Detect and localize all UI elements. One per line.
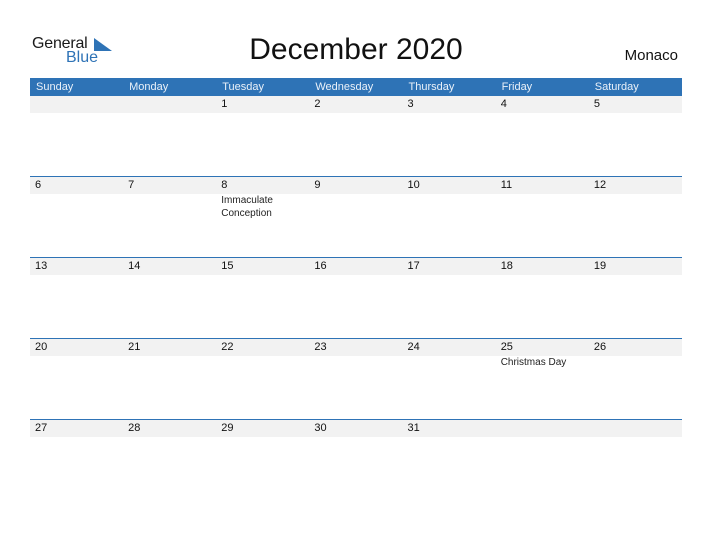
day-number: 17: [407, 260, 420, 272]
day-cell[interactable]: 24: [403, 339, 496, 420]
day-number: 28: [128, 422, 141, 434]
day-number: 30: [314, 422, 327, 434]
day-cell[interactable]: 17: [403, 258, 496, 339]
day-number: 16: [314, 260, 327, 272]
day-number: 26: [593, 341, 607, 353]
day-cell[interactable]: 10: [403, 177, 496, 258]
day-cell[interactable]: 13: [30, 258, 123, 339]
day-number: 7: [128, 179, 135, 191]
weekday-thursday: Thursday: [408, 81, 455, 93]
day-cell[interactable]: 22: [216, 339, 309, 420]
weekday-sunday: Sunday: [36, 81, 74, 93]
day-cell[interactable]: 11: [496, 177, 589, 258]
day-cell[interactable]: [30, 96, 123, 177]
day-number: 19: [593, 260, 607, 272]
day-number: 4: [500, 98, 507, 110]
day-number: 3: [407, 98, 414, 110]
day-cell[interactable]: 3: [403, 96, 496, 177]
day-cell[interactable]: 25 Christmas Day: [496, 339, 589, 420]
day-number: 11: [500, 179, 513, 191]
day-cell[interactable]: 8 Immaculate Conception: [216, 177, 309, 258]
day-cell[interactable]: [589, 420, 682, 501]
weekday-header: Sunday Monday Tuesday Wednesday Thursday…: [30, 78, 682, 96]
day-cell[interactable]: [123, 96, 216, 177]
holiday-label: Christmas Day: [500, 357, 567, 368]
day-cell[interactable]: 20: [30, 339, 123, 420]
day-number: 20: [35, 341, 48, 353]
day-cell[interactable]: 6: [30, 177, 123, 258]
day-number: 18: [500, 260, 513, 272]
day-number: 1: [221, 98, 228, 110]
day-cell[interactable]: 5: [589, 96, 682, 177]
day-cell[interactable]: 14: [123, 258, 216, 339]
day-number: 21: [128, 341, 141, 353]
day-cell[interactable]: 12: [589, 177, 682, 258]
day-number: 23: [314, 341, 327, 353]
week-row: 1 2 3 4 5: [30, 96, 682, 177]
day-number: 2: [314, 98, 321, 110]
day-cell[interactable]: 26: [589, 339, 682, 420]
day-cell[interactable]: 27: [30, 420, 123, 501]
day-number: 29: [221, 422, 234, 434]
day-cell[interactable]: 4: [496, 96, 589, 177]
day-cell[interactable]: 15: [216, 258, 309, 339]
weekday-saturday: Saturday: [594, 81, 639, 93]
day-number: 14: [128, 260, 141, 272]
weekday-monday: Monday: [129, 81, 169, 93]
day-number: 5: [593, 98, 600, 110]
day-cell[interactable]: 29: [216, 420, 309, 501]
day-cell[interactable]: [496, 420, 589, 501]
day-cell[interactable]: 2: [309, 96, 402, 177]
day-cell[interactable]: 7: [123, 177, 216, 258]
day-cell[interactable]: 18: [496, 258, 589, 339]
day-number: 25: [500, 341, 513, 353]
day-cell[interactable]: 28: [123, 420, 216, 501]
day-cell[interactable]: 21: [123, 339, 216, 420]
day-number: 22: [221, 341, 234, 353]
day-cell[interactable]: 23: [309, 339, 402, 420]
day-number: 9: [314, 179, 321, 191]
weekday-wednesday: Wednesday: [315, 81, 374, 93]
week-row: 6 7 8 Immaculate Conception 9 10 11 12: [30, 176, 682, 258]
day-number: 15: [221, 260, 234, 272]
week-row: 27 28 29 30 31: [30, 419, 682, 501]
day-cell[interactable]: 30: [309, 420, 402, 501]
day-number: 13: [35, 260, 48, 272]
calendar-title: December 2020: [249, 33, 463, 66]
day-number: 8: [221, 179, 228, 191]
day-number: 24: [407, 341, 420, 353]
day-cell[interactable]: 9: [309, 177, 402, 258]
week-row: 20 21 22 23 24 25 Christmas Day 26: [30, 338, 682, 420]
day-number: 27: [35, 422, 48, 434]
day-number: 10: [407, 179, 420, 191]
day-number: 6: [35, 179, 42, 191]
holiday-label: Immaculate Conception: [221, 195, 273, 219]
day-cell[interactable]: 31: [403, 420, 496, 501]
weekday-tuesday: Tuesday: [222, 81, 265, 93]
week-row: 13 14 15 16 17 18 19: [30, 257, 682, 339]
day-number: 12: [593, 179, 607, 191]
weekday-friday: Friday: [501, 81, 533, 93]
day-cell[interactable]: 1: [216, 96, 309, 177]
country-label: Monaco: [624, 47, 678, 64]
day-cell[interactable]: 16: [309, 258, 402, 339]
day-number: 31: [407, 422, 420, 434]
day-cell[interactable]: 19: [589, 258, 682, 339]
